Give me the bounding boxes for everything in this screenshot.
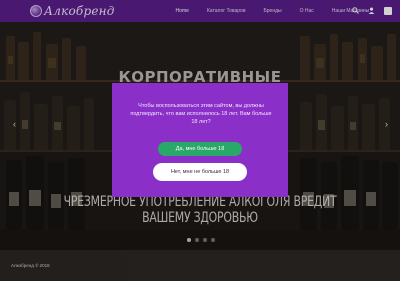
age-confirm-no-button[interactable]: Нет, мне не больше 18 bbox=[153, 163, 247, 181]
age-modal-message: Чтобы воспользоваться этим сайтом, вы до… bbox=[130, 103, 272, 125]
age-verification-modal: Чтобы воспользоваться этим сайтом, вы до… bbox=[112, 83, 288, 197]
age-confirm-yes-button[interactable]: Да, мне больше 18 bbox=[158, 142, 242, 156]
